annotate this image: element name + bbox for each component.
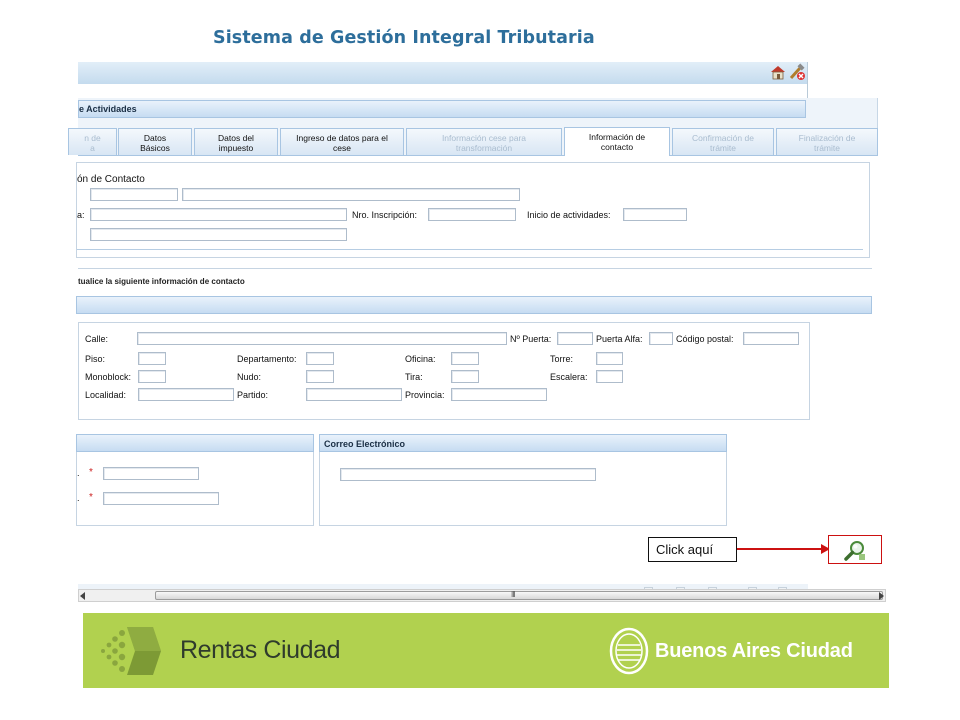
razon-social-label: a: bbox=[77, 210, 85, 220]
tab-label: Finalización de trámite bbox=[798, 133, 856, 153]
puerta-alfa-field[interactable] bbox=[649, 332, 673, 345]
tab-label: Datos del impuesto bbox=[218, 133, 254, 153]
tab-finalizacion-tramite: Finalización de trámite bbox=[776, 128, 878, 155]
footer-brand: Rentas Ciudad bbox=[180, 636, 341, 664]
email-fieldset: Correo Electrónico bbox=[319, 434, 727, 526]
torre-label: Torre: bbox=[550, 354, 574, 364]
city-seal-icon bbox=[609, 627, 649, 675]
tira-label: Tira: bbox=[405, 372, 423, 382]
search-icon bbox=[844, 540, 865, 561]
tab-informacion-cese-transformacion: Información cese para transformación bbox=[406, 128, 562, 155]
phone-header bbox=[76, 434, 314, 452]
phone-fieldset: . * . * bbox=[76, 434, 314, 526]
calle-field[interactable] bbox=[137, 332, 507, 345]
tab-confirmacion-tramite: Confirmación de trámite bbox=[672, 128, 774, 155]
grip-icon: III bbox=[511, 590, 516, 599]
calle-label: Calle: bbox=[85, 334, 109, 344]
tab-ingreso-datos-cese[interactable]: Ingreso de datos para el cese bbox=[280, 128, 404, 155]
provincia-label: Provincia: bbox=[405, 390, 445, 400]
email-header: Correo Electrónico bbox=[319, 434, 727, 452]
footer-city: Buenos Aires Ciudad bbox=[655, 640, 853, 662]
form-panel: e Actividades n de a Datos Básicos Datos… bbox=[68, 98, 878, 584]
top-toolbar bbox=[78, 62, 807, 84]
codigo-postal-field[interactable] bbox=[743, 332, 799, 345]
monoblock-field[interactable] bbox=[138, 370, 166, 383]
nro-puerta-label: Nº Puerta: bbox=[510, 334, 552, 344]
piso-label: Piso: bbox=[85, 354, 106, 364]
instruction-text: tualice la siguiente información de cont… bbox=[78, 277, 245, 286]
name-field[interactable] bbox=[182, 188, 520, 201]
tab-datos-basicos[interactable]: Datos Básicos bbox=[118, 128, 192, 155]
horizontal-scrollbar[interactable]: III bbox=[78, 589, 886, 602]
tab-informacion-contacto[interactable]: Información de contacto bbox=[564, 127, 670, 156]
required-mark: * bbox=[89, 467, 93, 478]
departamento-label: Departamento: bbox=[237, 354, 297, 364]
nro-inscripcion-label: Nro. Inscripción: bbox=[352, 210, 418, 220]
divider bbox=[78, 268, 872, 269]
tab-inicio: n de a bbox=[68, 128, 117, 155]
nudo-field[interactable] bbox=[306, 370, 334, 383]
search-button[interactable] bbox=[828, 535, 882, 564]
codigo-postal-label: Código postal: bbox=[676, 334, 734, 344]
page-title: Sistema de Gestión Integral Tributaria bbox=[213, 28, 595, 48]
oficina-field[interactable] bbox=[451, 352, 479, 365]
escalera-field[interactable] bbox=[596, 370, 623, 383]
toolbar-icons bbox=[769, 63, 806, 81]
scroll-thumb[interactable]: III bbox=[155, 590, 883, 600]
tab-content: ón de Contacto a: Nro. Inscripción: Inic… bbox=[76, 155, 878, 584]
razon-social-field[interactable] bbox=[90, 208, 347, 221]
partido-label: Partido: bbox=[237, 390, 269, 400]
callout-arrow bbox=[737, 548, 829, 550]
tab-datos-impuesto[interactable]: Datos del impuesto bbox=[194, 128, 278, 155]
scroll-right-icon[interactable] bbox=[879, 592, 884, 600]
section-header: e Actividades bbox=[78, 100, 806, 118]
torre-field[interactable] bbox=[596, 352, 623, 365]
monoblock-label: Monoblock: bbox=[85, 372, 132, 382]
scroll-left-icon[interactable] bbox=[80, 592, 85, 600]
cuit-field[interactable] bbox=[90, 188, 178, 201]
escalera-label: Escalera: bbox=[550, 372, 588, 382]
piso-field[interactable] bbox=[138, 352, 166, 365]
address-fieldset: Calle: Nº Puerta: Puerta Alfa: Código po… bbox=[78, 322, 810, 420]
contact-info-title: ón de Contacto bbox=[77, 174, 145, 185]
localidad-label: Localidad: bbox=[85, 390, 127, 400]
inicio-actividades-label: Inicio de actividades: bbox=[527, 210, 611, 220]
tira-field[interactable] bbox=[451, 370, 479, 383]
tab-label: Ingreso de datos para el cese bbox=[296, 133, 388, 153]
tab-label: Datos Básicos bbox=[140, 133, 170, 153]
phone-field[interactable] bbox=[103, 467, 199, 480]
puerta-alfa-label: Puerta Alfa: bbox=[596, 334, 643, 344]
departamento-field[interactable] bbox=[306, 352, 334, 365]
localidad-field[interactable] bbox=[138, 388, 234, 401]
tab-label: Información cese para transformación bbox=[441, 133, 527, 153]
home-icon[interactable] bbox=[769, 63, 787, 81]
nro-inscripcion-field[interactable] bbox=[428, 208, 516, 221]
phone-field-2[interactable] bbox=[103, 492, 219, 505]
phone-label-2: . bbox=[77, 493, 80, 503]
page: Sistema de Gestión Integral Tributaria e… bbox=[0, 0, 960, 720]
tools-icon[interactable] bbox=[788, 63, 806, 81]
tab-label: n de a bbox=[84, 133, 101, 153]
callout-box: Click aquí bbox=[648, 537, 737, 562]
nudo-label: Nudo: bbox=[237, 372, 262, 382]
inicio-actividades-field[interactable] bbox=[623, 208, 687, 221]
partido-field[interactable] bbox=[306, 388, 402, 401]
provincia-field[interactable] bbox=[451, 388, 547, 401]
tab-label: Información de contacto bbox=[588, 132, 646, 152]
tab-label: Confirmación de trámite bbox=[692, 133, 754, 153]
email-field[interactable] bbox=[340, 468, 596, 481]
contact-info-fieldset: ón de Contacto a: Nro. Inscripción: Inic… bbox=[76, 162, 870, 258]
nro-puerta-field[interactable] bbox=[557, 332, 593, 345]
rentas-logo-icon bbox=[101, 627, 161, 675]
oficina-label: Oficina: bbox=[405, 354, 436, 364]
footer-banner: Rentas Ciudad Buenos Aires Ciudad bbox=[83, 613, 889, 688]
address-header bbox=[76, 296, 872, 314]
domicilio-field[interactable] bbox=[90, 228, 347, 241]
phone-label: . bbox=[77, 468, 80, 478]
divider bbox=[77, 249, 863, 250]
wizard-tabs: n de a Datos Básicos Datos del impuesto … bbox=[68, 127, 878, 156]
required-mark: * bbox=[89, 492, 93, 503]
